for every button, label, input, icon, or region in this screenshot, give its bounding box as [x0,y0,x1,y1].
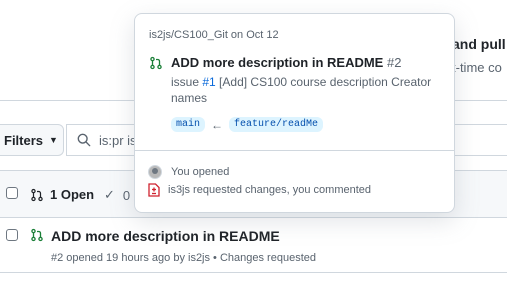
avatar [148,165,162,179]
hovercard-repo-line[interactable]: is2js/CS100_Git on Oct 12 [149,29,279,41]
hovercard-title[interactable]: ADD more description in README #2 [171,55,401,70]
hovercard-title-text: ADD more description in README [171,55,384,70]
pr-title-link[interactable]: ADD more description in README [51,228,280,244]
review-status-text: is3js requested changes, you commented [168,184,372,196]
open-count-label: 1 Open [50,187,95,202]
arrow-left-icon: ← [211,117,224,132]
row-checkbox[interactable] [6,229,18,241]
issue-link[interactable]: #1 [202,75,215,89]
pr-meta: #2 opened 19 hours ago by is2js • Change… [51,252,316,264]
caret-down-icon: ▼ [49,135,58,145]
file-diff-icon [148,183,160,197]
filters-label: Filters [4,132,44,148]
hovercard-description: issue #1 [Add] CS100 course description … [171,74,446,106]
banner-subtitle: t-time co [452,60,502,75]
review-status: is3js requested changes, you commented [148,183,371,197]
base-branch: main [171,117,206,132]
search-icon [77,133,91,147]
hovercard-pr-number: #2 [386,55,402,70]
desc-prefix: issue [171,75,203,89]
check-icon: ✓ [104,187,115,202]
pull-request-open-icon [150,56,162,70]
pr-list-item: ADD more description in README #2 opened… [0,216,507,273]
opened-status-text: You opened [171,166,230,178]
banner-title: and pull [452,36,506,52]
opened-status: You opened [148,165,229,179]
search-value: is:pr is [99,132,137,148]
open-filter[interactable]: 1 Open [30,187,94,202]
filters-button[interactable]: Filters ▼ [0,124,64,156]
closed-count-label: 0 [122,187,131,203]
closed-filter[interactable]: ✓ 0 [104,187,130,203]
head-branch: feature/readMe [229,117,324,132]
pr-hovercard: is2js/CS100_Git on Oct 12 ADD more descr… [134,13,455,213]
branch-info: main ← feature/readMe [171,117,324,132]
divider [135,150,454,151]
select-all-checkbox[interactable] [6,187,18,199]
pull-request-open-icon [31,228,43,242]
pull-request-icon [31,188,43,201]
